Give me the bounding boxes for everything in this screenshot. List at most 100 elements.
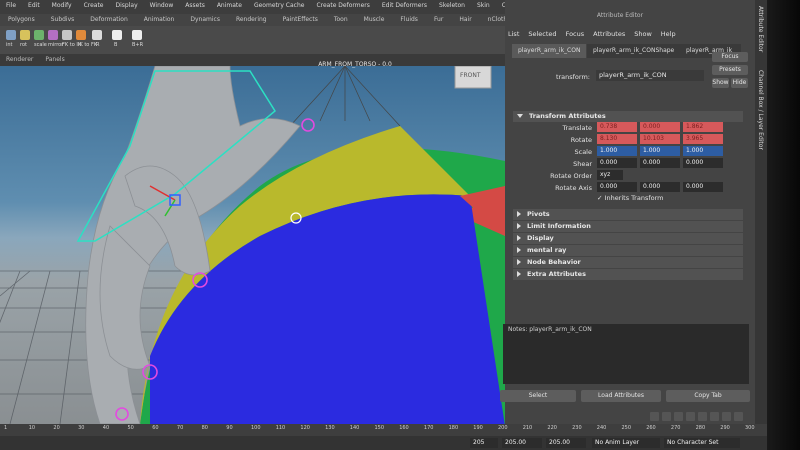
- section-limit-information[interactable]: Limit Information: [513, 221, 743, 232]
- menu-item[interactable]: Edit Deformers: [376, 0, 433, 11]
- translate-y-field[interactable]: 0.000: [640, 122, 680, 132]
- translate-z-field[interactable]: 1.862: [683, 122, 723, 132]
- go-end-icon[interactable]: [734, 412, 743, 421]
- shelf-tab[interactable]: Polygons: [0, 14, 43, 25]
- step-forward-icon[interactable]: [722, 412, 731, 421]
- menu-item[interactable]: Skeleton: [433, 0, 471, 11]
- menu-item[interactable]: Window: [144, 0, 180, 11]
- shelf-tab[interactable]: Fluids: [392, 14, 426, 25]
- shelf-tab[interactable]: Hair: [451, 14, 479, 25]
- shelf-icon-5[interactable]: [62, 30, 72, 40]
- shelf-tab[interactable]: Muscle: [356, 14, 393, 25]
- node-tab-shape[interactable]: playerR_arm_ik_CONShape: [587, 44, 681, 58]
- rotate-axis-x-field[interactable]: 0.000: [597, 182, 637, 192]
- menu-item[interactable]: Edit: [22, 0, 46, 11]
- section-mental-ray[interactable]: mental ray: [513, 245, 743, 256]
- shelf-tab[interactable]: Subdivs: [43, 14, 83, 25]
- rotate-axis-z-field[interactable]: 0.000: [683, 182, 723, 192]
- section-extra-attributes[interactable]: Extra Attributes: [513, 269, 743, 280]
- menu-selected[interactable]: Selected: [528, 30, 556, 38]
- rotate-x-field[interactable]: 8.130: [597, 134, 637, 144]
- menu-item[interactable]: Assets: [179, 0, 211, 11]
- shelf-icon-9[interactable]: [132, 30, 142, 40]
- play-icon[interactable]: [698, 412, 707, 421]
- step-back-icon[interactable]: [662, 412, 671, 421]
- anim-end-field[interactable]: 205.00: [546, 438, 586, 448]
- scale-y-field[interactable]: 1.000: [640, 146, 680, 156]
- scale-z-field[interactable]: 1.000: [683, 146, 723, 156]
- range-slider[interactable]: 205 205.00 205.00 No Anim Layer No Chara…: [0, 436, 767, 450]
- shelf-icon-6[interactable]: [76, 30, 86, 40]
- menu-item[interactable]: Create Deformers: [310, 0, 375, 11]
- shelf-tab[interactable]: Deformation: [82, 14, 135, 25]
- shelf-icon-7[interactable]: [92, 30, 102, 40]
- shelf-label: rot: [20, 42, 27, 48]
- shelf-tab[interactable]: Rendering: [228, 14, 275, 25]
- section-node-behavior[interactable]: Node Behavior: [513, 257, 743, 268]
- show-button[interactable]: Show: [712, 78, 729, 88]
- menu-item[interactable]: Skin: [471, 0, 496, 11]
- timeline-tick: 1: [4, 425, 8, 431]
- node-tab-transform[interactable]: playerR_arm_ik_CON: [512, 44, 587, 58]
- inherits-transform-checkbox[interactable]: ✓ Inherits Transform: [597, 194, 664, 202]
- translate-x-field[interactable]: 0.738: [597, 122, 637, 132]
- shelf-icon-1[interactable]: [6, 30, 16, 40]
- select-button[interactable]: Select: [500, 390, 576, 402]
- viewport-3d[interactable]: FRONT: [0, 66, 505, 424]
- next-key-icon[interactable]: [710, 412, 719, 421]
- shear-x-field[interactable]: 0.000: [597, 158, 637, 168]
- focus-button[interactable]: Focus: [712, 52, 748, 62]
- range-end-field[interactable]: 205.00: [502, 438, 542, 448]
- notes-area[interactable]: [503, 324, 749, 384]
- scale-x-field[interactable]: 1.000: [597, 146, 637, 156]
- character-set-select[interactable]: No Character Set: [664, 438, 740, 448]
- shelf-tab[interactable]: Dynamics: [182, 14, 228, 25]
- menu-item[interactable]: File: [0, 0, 22, 11]
- menu-item[interactable]: Geometry Cache: [248, 0, 310, 11]
- section-pivots[interactable]: Pivots: [513, 209, 743, 220]
- rotate-z-field[interactable]: 3.965: [683, 134, 723, 144]
- checkmark-icon: ✓: [597, 194, 603, 202]
- side-tab-attribute-editor[interactable]: Attribute Editor: [757, 6, 764, 52]
- menu-list[interactable]: List: [508, 30, 519, 38]
- side-tab-channel-box[interactable]: Channel Box / Layer Editor: [757, 70, 764, 150]
- rotate-y-field[interactable]: 10.103: [640, 134, 680, 144]
- play-back-icon[interactable]: [686, 412, 695, 421]
- time-slider[interactable]: 1 10 20 30 40 50 60 70 80 90 100 110 120 130 140 150 160…: [0, 424, 767, 436]
- shelf-tab[interactable]: PaintEffects: [275, 14, 326, 25]
- shelf-tab[interactable]: nCloth: [480, 14, 505, 25]
- menu-attributes[interactable]: Attributes: [593, 30, 625, 38]
- section-transform-attributes[interactable]: Transform Attributes: [513, 111, 743, 122]
- view-cube-label[interactable]: FRONT: [460, 72, 481, 79]
- menu-item[interactable]: Display: [110, 0, 144, 11]
- anim-layer-select[interactable]: No Anim Layer: [592, 438, 660, 448]
- presets-button[interactable]: Presets: [712, 65, 748, 75]
- rotate-order-select[interactable]: xyz: [597, 170, 623, 180]
- copy-tab-button[interactable]: Copy Tab: [666, 390, 750, 402]
- shelf-tab[interactable]: Toon: [326, 14, 356, 25]
- transform-name-field[interactable]: playerR_arm_ik_CON: [596, 70, 704, 81]
- panels-menu[interactable]: Panels: [39, 54, 70, 65]
- menu-item[interactable]: Create: [78, 0, 110, 11]
- shelf-tab[interactable]: Animation: [136, 14, 183, 25]
- shelf-icon-4[interactable]: [48, 30, 58, 40]
- shear-z-field[interactable]: 0.000: [683, 158, 723, 168]
- renderer-menu[interactable]: Renderer: [0, 54, 39, 65]
- menu-show[interactable]: Show: [634, 30, 652, 38]
- hide-button[interactable]: Hide: [731, 78, 748, 88]
- shelf-icon-2[interactable]: [20, 30, 30, 40]
- rotate-axis-y-field[interactable]: 0.000: [640, 182, 680, 192]
- section-display[interactable]: Display: [513, 233, 743, 244]
- shelf-icon-3[interactable]: [34, 30, 44, 40]
- menu-help[interactable]: Help: [661, 30, 676, 38]
- menu-focus[interactable]: Focus: [566, 30, 585, 38]
- menu-item[interactable]: Animate: [211, 0, 248, 11]
- shelf-icon-8[interactable]: [112, 30, 122, 40]
- range-start-field[interactable]: 205: [470, 438, 498, 448]
- shelf-tab[interactable]: Fur: [426, 14, 451, 25]
- menu-item[interactable]: Modify: [46, 0, 78, 11]
- prev-key-icon[interactable]: [674, 412, 683, 421]
- load-attributes-button[interactable]: Load Attributes: [581, 390, 661, 402]
- shear-y-field[interactable]: 0.000: [640, 158, 680, 168]
- go-start-icon[interactable]: [650, 412, 659, 421]
